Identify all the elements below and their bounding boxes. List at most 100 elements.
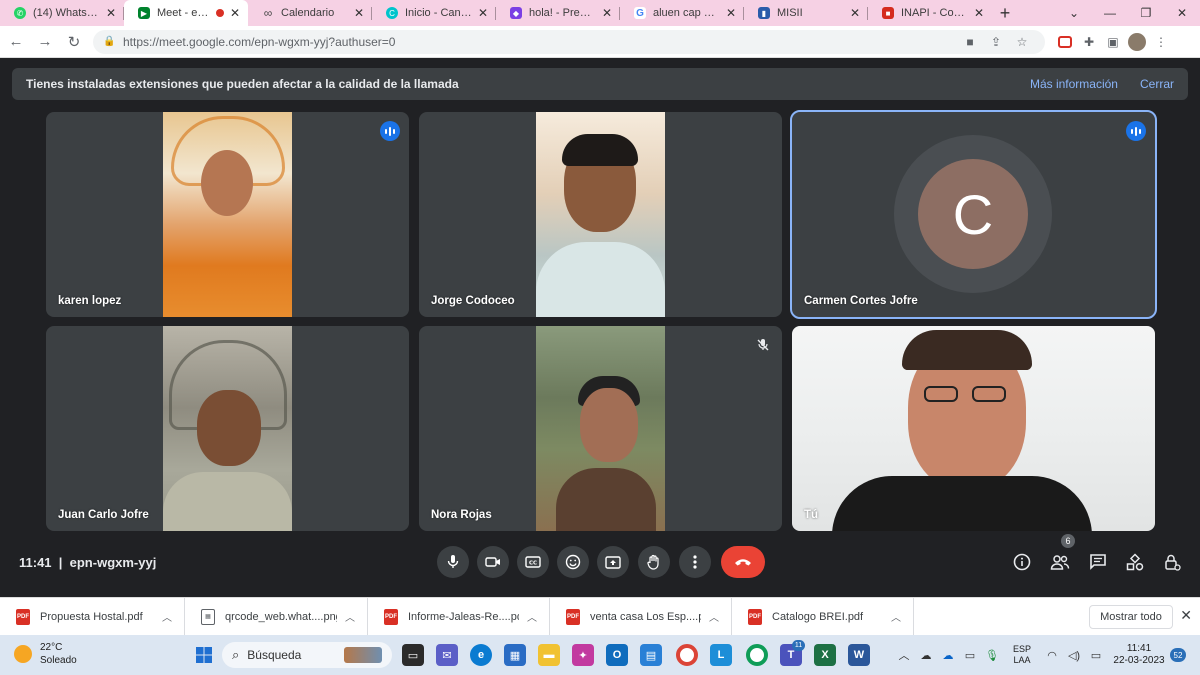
download-item[interactable]: PDF venta casa Los Esp....pdf ︿ <box>550 597 732 636</box>
microphone-tray-icon[interactable]: 🎙 <box>981 649 1003 662</box>
excel-icon[interactable]: X <box>814 644 836 666</box>
camera-in-use-icon[interactable]: ■ <box>957 35 983 49</box>
leave-call-button[interactable] <box>721 546 765 578</box>
camera-button[interactable] <box>477 546 509 578</box>
tab-google-search[interactable]: G aluen cap chile - ✕ <box>620 0 744 26</box>
tab-whatsapp[interactable]: ✆ (14) WhatsApp ✕ <box>0 0 124 26</box>
window-controls: ⌄ — ❐ ✕ <box>1056 0 1200 26</box>
input-language[interactable]: ESP LAA <box>1007 644 1037 666</box>
tab-misii[interactable]: ▮ MISII ✕ <box>744 0 868 26</box>
avatar: C <box>918 159 1028 269</box>
participant-tile-nora-rojas[interactable]: Nora Rojas <box>419 326 782 531</box>
tab-presentation[interactable]: ◆ hola! - Presentaci ✕ <box>496 0 620 26</box>
calendar-app-icon[interactable]: ▤ <box>640 644 662 666</box>
participant-tile-karen-lopez[interactable]: karen lopez <box>46 112 409 317</box>
notifications-badge[interactable]: 52 <box>1170 648 1186 662</box>
chevron-up-icon[interactable]: ︿ <box>889 609 903 624</box>
present-screen-button[interactable] <box>597 546 629 578</box>
windows-start-icon[interactable] <box>193 644 215 666</box>
download-item[interactable]: PDF Catalogo BREI.pdf ︿ <box>732 597 914 636</box>
weather-widget[interactable]: 22°C Soleado <box>14 641 77 667</box>
edge-icon[interactable]: e <box>470 644 492 666</box>
more-options-button[interactable] <box>679 546 711 578</box>
wifi-icon[interactable]: ◠ <box>1041 649 1063 662</box>
meeting-details-icon[interactable] <box>1010 550 1034 574</box>
file-explorer-icon[interactable]: ▬ <box>538 644 560 666</box>
copilot-icon[interactable]: ✦ <box>572 644 594 666</box>
clock[interactable]: 11:41 22-03-2023 <box>1112 643 1166 667</box>
minimize-icon[interactable]: — <box>1092 0 1128 26</box>
new-tab-button[interactable]: + <box>992 0 1018 26</box>
search-highlight-icon <box>344 647 382 663</box>
lock-icon[interactable]: 🔒 <box>103 36 117 47</box>
clock-date: 22-03-2023 <box>1113 655 1165 666</box>
close-window-icon[interactable]: ✕ <box>1164 0 1200 26</box>
volume-icon[interactable]: ◁) <box>1063 649 1085 662</box>
close-banner-button[interactable]: Cerrar <box>1140 77 1174 91</box>
chevron-up-icon[interactable]: ︿ <box>525 609 539 624</box>
app-l-icon[interactable]: L <box>710 644 732 666</box>
onedrive-icon[interactable]: ☁ <box>937 649 959 662</box>
participant-tile-juan-carlo-jofre[interactable]: Juan Carlo Jofre <box>46 326 409 531</box>
people-icon[interactable] <box>1048 550 1072 574</box>
tab-title: Calendario <box>281 7 335 19</box>
extensions-puzzle-icon[interactable]: ✚ <box>1077 30 1101 54</box>
tab-meet[interactable]: ▶ Meet - epn-w ✕ <box>124 0 248 26</box>
address-bar[interactable]: 🔒 https://meet.google.com/epn-wgxm-yyj?a… <box>93 29 1045 54</box>
chevron-up-icon[interactable]: ︿ <box>160 609 174 624</box>
raise-hand-button[interactable] <box>638 546 670 578</box>
outlook-icon[interactable]: O <box>606 644 628 666</box>
tab-search-icon[interactable]: ⌄ <box>1056 0 1092 26</box>
taskbar-search-box[interactable]: ⌕ Búsqueda <box>222 642 392 668</box>
chevron-up-icon[interactable]: ︿ <box>343 609 357 624</box>
download-item[interactable]: ▦ qrcode_web.what....png ︿ <box>185 597 368 636</box>
close-tab-icon[interactable]: ✕ <box>476 6 490 20</box>
chrome-profile-icon[interactable] <box>746 644 768 666</box>
bookmark-star-icon[interactable]: ☆ <box>1009 35 1035 49</box>
host-controls-lock-icon[interactable] <box>1160 550 1184 574</box>
cloud-icon[interactable]: ☁ <box>915 649 937 662</box>
activities-icon[interactable] <box>1123 550 1147 574</box>
close-tab-icon[interactable]: ✕ <box>600 6 614 20</box>
profile-avatar[interactable] <box>1125 30 1149 54</box>
word-icon[interactable]: W <box>848 644 870 666</box>
download-item[interactable]: PDF Propuesta Hostal.pdf ︿ <box>0 597 185 636</box>
participant-tile-jorge-codoceo[interactable]: Jorge Codoceo <box>419 112 782 317</box>
close-tab-icon[interactable]: ✕ <box>724 6 738 20</box>
show-all-downloads-button[interactable]: Mostrar todo <box>1089 605 1173 629</box>
microphone-button[interactable] <box>437 546 469 578</box>
extension-video-icon[interactable] <box>1053 30 1077 54</box>
task-view-icon[interactable]: ▭ <box>402 644 424 666</box>
close-tab-icon[interactable]: ✕ <box>352 6 366 20</box>
tab-calendar[interactable]: ∞ Calendario ✕ <box>248 0 372 26</box>
teams-chat-icon[interactable]: ✉ <box>436 644 458 666</box>
participant-tile-carmen-cortes-jofre[interactable]: C Carmen Cortes Jofre <box>790 110 1157 319</box>
reload-icon[interactable]: ↻ <box>61 29 87 55</box>
forward-icon[interactable]: → <box>32 29 58 55</box>
back-icon[interactable]: ← <box>3 29 29 55</box>
chat-icon[interactable] <box>1086 550 1110 574</box>
side-panel-icon[interactable]: ▣ <box>1101 30 1125 54</box>
maximize-icon[interactable]: ❐ <box>1128 0 1164 26</box>
download-item[interactable]: PDF Informe-Jaleas-Re....pdf ︿ <box>368 597 550 636</box>
close-downloads-icon[interactable]: ✕ <box>1180 607 1192 624</box>
chrome-icon[interactable] <box>676 644 698 666</box>
chevron-up-icon[interactable]: ︿ <box>707 609 721 624</box>
browser-menu-icon[interactable]: ⋮ <box>1149 30 1173 54</box>
more-info-link[interactable]: Más información <box>1030 77 1118 91</box>
close-tab-icon[interactable]: ✕ <box>972 6 986 20</box>
camera-icon <box>485 557 500 567</box>
close-tab-icon[interactable]: ✕ <box>848 6 862 20</box>
share-icon[interactable]: ⇪ <box>983 35 1009 49</box>
store-icon[interactable]: ▦ <box>504 644 526 666</box>
device-icon[interactable]: ▭ <box>959 649 981 662</box>
close-tab-icon[interactable]: ✕ <box>228 6 242 20</box>
captions-button[interactable]: CC <box>517 546 549 578</box>
close-tab-icon[interactable]: ✕ <box>104 6 118 20</box>
tab-canva[interactable]: C Inicio - Canva ✕ <box>372 0 496 26</box>
show-hidden-icons-icon[interactable]: ︿ <box>893 647 915 663</box>
tab-inapi[interactable]: ■ INAPI - Consulta ✕ <box>868 0 992 26</box>
reactions-button[interactable] <box>557 546 589 578</box>
battery-icon[interactable]: ▭ <box>1085 649 1107 662</box>
participant-tile-self[interactable]: Tú <box>792 326 1155 531</box>
